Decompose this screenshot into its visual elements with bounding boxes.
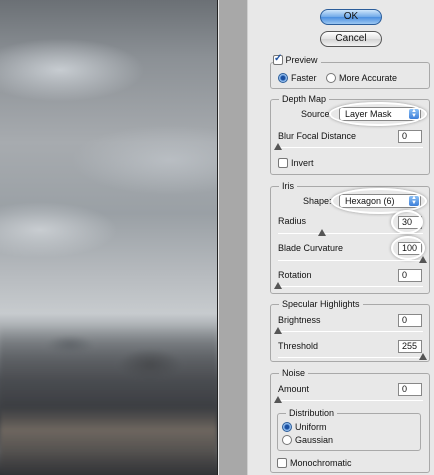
blur-focal-slider[interactable]: [274, 143, 423, 150]
threshold-field[interactable]: 255: [398, 340, 422, 353]
source-label: Source:: [301, 109, 333, 119]
noise-group: Noise Amount 0 Distribution Uniform Gaus…: [270, 368, 430, 473]
rotation-field[interactable]: 0: [398, 269, 422, 282]
rotation-thumb[interactable]: [274, 282, 282, 289]
radius-field[interactable]: 30: [398, 216, 422, 229]
shape-value: Hexagon (6): [345, 196, 395, 206]
canvas-gutter: [219, 0, 247, 475]
blade-curvature-slider[interactable]: [278, 256, 427, 263]
blur-focal-thumb[interactable]: [274, 143, 282, 150]
threshold-label: Threshold: [278, 341, 319, 351]
specular-highlights-group: Specular Highlights Brightness 0 Thresho…: [270, 299, 430, 362]
monochromatic-label: Monochromatic: [290, 458, 352, 468]
preview-checkbox[interactable]: [273, 53, 283, 65]
rotation-label: Rotation: [278, 270, 312, 280]
source-select[interactable]: Layer Mask ▲ ▼: [339, 107, 421, 121]
blade-curvature-thumb[interactable]: [419, 256, 427, 263]
uniform-label: Uniform: [295, 422, 327, 432]
iris-legend: Iris: [279, 181, 297, 191]
amount-slider[interactable]: [274, 396, 423, 403]
brightness-slider[interactable]: [274, 327, 423, 334]
blur-focal-label: Blur Focal Distance: [278, 131, 357, 141]
cancel-button[interactable]: Cancel: [320, 31, 382, 47]
preview-group: Preview Faster More Accurate: [270, 53, 430, 89]
threshold-slider[interactable]: [278, 353, 427, 360]
faster-label: Faster: [291, 73, 317, 83]
shape-select[interactable]: Hexagon (6) ▲ ▼: [339, 194, 421, 208]
blur-focal-field[interactable]: 0: [398, 130, 422, 143]
noise-legend: Noise: [279, 368, 309, 378]
select-arrows-icon: ▲ ▼: [409, 195, 419, 206]
blurred-city-skyline: [0, 325, 217, 475]
more-accurate-label: More Accurate: [339, 73, 398, 83]
gaussian-radio[interactable]: [282, 435, 292, 445]
preview-image: [0, 0, 218, 475]
brightness-label: Brightness: [278, 315, 321, 325]
ok-button[interactable]: OK: [320, 9, 382, 25]
rotation-slider[interactable]: [274, 282, 423, 289]
iris-group: Iris Shape: Hexagon (6) ▲ ▼ Radius 30 Bla…: [270, 181, 430, 294]
amount-field[interactable]: 0: [398, 383, 422, 396]
gaussian-label: Gaussian: [295, 435, 334, 445]
blade-curvature-field[interactable]: 100: [398, 242, 422, 255]
threshold-thumb[interactable]: [419, 353, 427, 360]
uniform-radio[interactable]: [282, 422, 292, 432]
radius-label: Radius: [278, 216, 307, 226]
distribution-legend: Distribution: [286, 408, 338, 418]
monochromatic-checkbox[interactable]: [277, 458, 287, 468]
invert-checkbox[interactable]: [278, 158, 288, 168]
faster-radio[interactable]: [278, 73, 288, 83]
radius-slider[interactable]: [278, 229, 423, 236]
shape-label: Shape:: [303, 196, 332, 206]
specular-highlights-legend: Specular Highlights: [279, 299, 363, 309]
radius-thumb[interactable]: [317, 229, 326, 236]
select-arrows-icon: ▲ ▼: [409, 108, 419, 119]
blade-curvature-label: Blade Curvature: [278, 243, 344, 253]
source-value: Layer Mask: [345, 109, 392, 119]
invert-label: Invert: [291, 158, 314, 168]
amount-thumb[interactable]: [274, 396, 282, 403]
lens-blur-dialog: OK Cancel Preview Faster More Accurate D…: [247, 0, 434, 475]
distribution-group: Distribution Uniform Gaussian: [277, 408, 421, 451]
depth-map-group: Depth Map Source: Layer Mask ▲ ▼ Blur Foc…: [270, 94, 430, 175]
more-accurate-radio[interactable]: [326, 73, 336, 83]
amount-label: Amount: [278, 384, 310, 394]
brightness-field[interactable]: 0: [398, 314, 422, 327]
preview-legend: Preview: [273, 53, 321, 65]
depth-map-legend: Depth Map: [279, 94, 330, 104]
preview-label: Preview: [285, 55, 318, 65]
brightness-thumb[interactable]: [274, 327, 282, 334]
